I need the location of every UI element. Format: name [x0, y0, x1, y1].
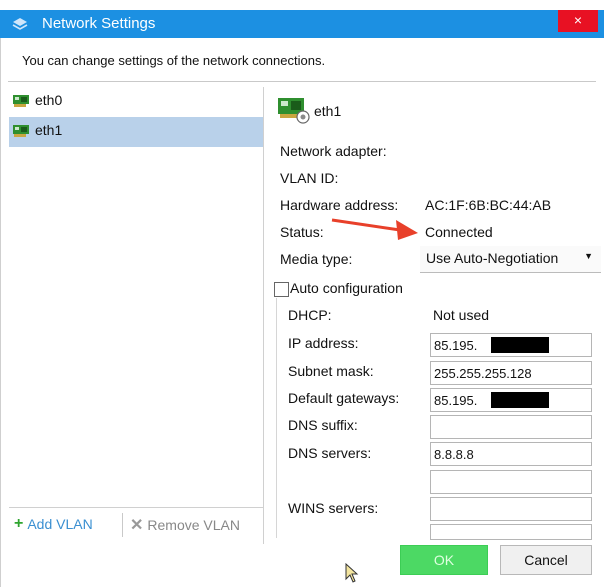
dns-server-2-field[interactable] [430, 470, 592, 494]
cancel-button[interactable]: Cancel [500, 545, 592, 575]
ip-address-label: IP address: [288, 335, 359, 351]
close-button[interactable]: × [558, 10, 598, 32]
group-divider [276, 298, 277, 538]
subnet-mask-value: 255.255.255.128 [434, 366, 532, 381]
remove-icon: ✕ [130, 517, 144, 534]
list-item-eth0[interactable]: eth0 [9, 87, 263, 117]
ip-address-field[interactable]: 85.195. [430, 333, 592, 357]
redaction-box [491, 392, 549, 408]
title-bar: Network Settings × [0, 10, 604, 38]
list-item-eth1[interactable]: eth1 [9, 117, 263, 147]
media-type-value: Use Auto-Negotiation [426, 250, 559, 266]
top-strip [0, 0, 604, 10]
dialog-subtitle: You can change settings of the network c… [22, 53, 326, 68]
red-arrow-annotation [331, 218, 418, 240]
toolbar-divider [122, 513, 123, 537]
hardware-address-label: Hardware address: [280, 197, 399, 213]
chevron-down-icon: ▼ [584, 251, 593, 261]
network-adapter-label: Network adapter: [280, 143, 387, 159]
add-vlan-button[interactable]: + Add VLAN [14, 515, 93, 533]
wins-server-1-field[interactable] [430, 497, 592, 521]
dns-suffix-label: DNS suffix: [288, 417, 358, 433]
default-gateway-label: Default gateways: [288, 390, 400, 406]
connection-list: eth0 eth1 [9, 87, 264, 507]
ip-address-value: 85.195. [434, 338, 478, 353]
add-vlan-label: Add VLAN [27, 516, 93, 532]
dns-server-1-field[interactable]: 8.8.8.8 [430, 442, 592, 466]
redaction-box [491, 337, 549, 353]
remove-vlan-button[interactable]: ✕ Remove VLAN [130, 515, 240, 535]
network-adapter-icon [278, 98, 310, 124]
list-item-label: eth1 [35, 122, 63, 138]
vlan-id-label: VLAN ID: [280, 170, 339, 186]
auto-configuration-label: Auto configuration [290, 280, 403, 296]
network-card-icon [13, 95, 29, 107]
list-item-label: eth0 [35, 92, 63, 108]
close-icon: × [573, 12, 583, 28]
default-gateway-field[interactable]: 85.195. [430, 388, 592, 412]
adapter-name: eth1 [314, 103, 342, 119]
dns-server-1-value: 8.8.8.8 [434, 447, 474, 462]
dhcp-value: Not used [433, 307, 490, 323]
wins-server-2-field[interactable] [430, 524, 592, 540]
status-label: Status: [280, 224, 324, 240]
auto-configuration-checkbox[interactable] [274, 282, 289, 297]
wins-servers-label: WINS servers: [288, 500, 379, 516]
app-logo-icon [12, 18, 28, 30]
window-title: Network Settings [42, 15, 156, 32]
status-value: Connected [425, 224, 493, 240]
media-type-label: Media type: [280, 251, 353, 267]
subnet-mask-label: Subnet mask: [288, 363, 374, 379]
hardware-address-value: AC:1F:6B:BC:44:AB [425, 197, 552, 213]
ok-button[interactable]: OK [400, 545, 488, 575]
dns-servers-label: DNS servers: [288, 445, 372, 461]
dhcp-label: DHCP: [288, 307, 332, 323]
remove-vlan-label: Remove VLAN [147, 517, 240, 533]
mouse-cursor-icon [345, 563, 359, 583]
media-type-select[interactable]: Use Auto-Negotiation ▼ [420, 246, 601, 273]
plus-icon: + [14, 515, 24, 532]
default-gateway-value: 85.195. [434, 393, 478, 408]
subnet-mask-field[interactable]: 255.255.255.128 [430, 361, 592, 385]
divider [8, 81, 596, 82]
network-card-icon [13, 125, 29, 137]
dns-suffix-field[interactable] [430, 415, 592, 439]
